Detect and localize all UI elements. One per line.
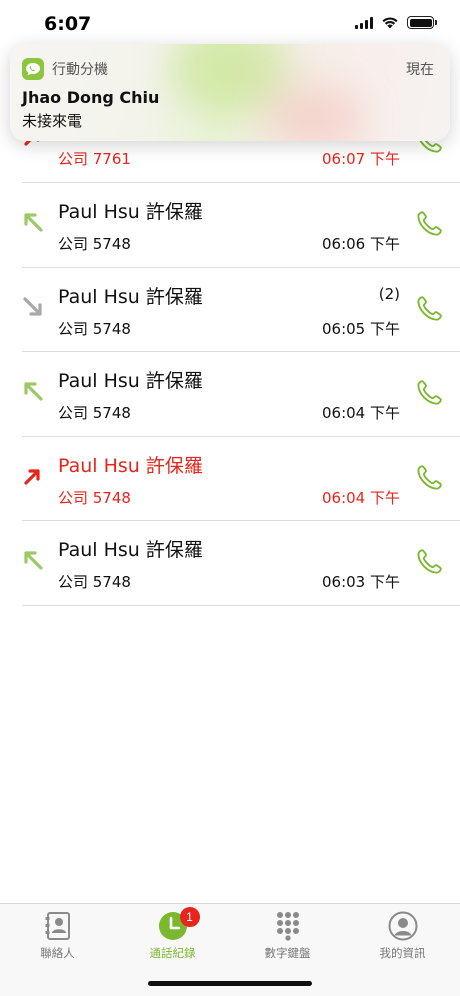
call-number: 公司 5748 [58,319,131,338]
tab-keypad[interactable]: 數字鍵盤 [230,904,345,964]
call-time: 06:03 下午 [322,573,400,591]
status-bar: 6:07 [0,0,460,50]
home-indicator [148,981,312,986]
call-number: 公司 5748 [58,573,131,591]
contacts-icon [44,911,72,941]
call-time: 06:07 下午 [322,150,400,168]
call-back-button[interactable] [412,461,446,495]
call-time: 06:04 下午 [322,488,400,507]
outgoing-call-icon [24,382,43,401]
tab-contacts[interactable]: 聯絡人 [0,904,115,964]
phone-icon [417,380,442,405]
status-time: 6:07 [44,13,92,35]
call-row[interactable]: Paul Hsu 許保羅 公司 5748 06:04 下午 [22,437,460,521]
battery-icon [407,16,437,29]
call-time: 06:05 下午 [322,319,400,338]
notification-title: Jhao Dong Chiu [22,88,160,107]
missed-call-icon [24,468,40,485]
phone-icon [417,211,442,236]
phone-icon [417,549,442,574]
call-row[interactable]: Paul Hsu 許保羅 (2) 公司 5748 06:05 下午 [22,268,460,352]
call-back-button[interactable] [412,292,446,326]
call-row[interactable]: Paul Hsu 許保羅 公司 5748 06:03 下午 [22,521,460,606]
tab-label: 通話紀錄 [149,946,196,960]
phone-icon [417,295,442,321]
status-icons [355,16,437,29]
call-number: 公司 5748 [58,235,131,253]
signal-icon [355,16,373,29]
call-count: (2) [378,284,400,303]
notification-app-name: 行動分機 [52,62,108,78]
contact-name: Paul Hsu 許保羅 [58,370,203,392]
call-time: 06:04 下午 [322,404,400,422]
wifi-icon [382,17,398,29]
banner-glow [265,84,365,141]
contact-name: Paul Hsu 許保羅 [58,454,203,477]
unread-badge: 1 [179,907,200,927]
call-history-list: 公司 7761 06:07 下午 Paul Hsu 許保羅 公司 5748 06… [0,98,460,606]
keypad-icon [276,911,300,941]
contact-name: Paul Hsu 許保羅 [58,539,203,561]
notification-banner[interactable]: 行動分機 現在 Jhao Dong Chiu 未接來電 [10,44,450,141]
incoming-call-icon [23,296,42,316]
profile-icon [388,911,418,941]
call-back-button[interactable] [412,545,446,579]
phone-icon [417,464,442,490]
call-row[interactable]: Paul Hsu 許保羅 公司 5748 06:04 下午 [22,352,460,437]
tab-label: 聯絡人 [40,946,75,960]
tab-label: 數字鍵盤 [264,946,311,960]
call-number: 公司 5748 [58,404,131,422]
call-back-button[interactable] [412,376,446,410]
outgoing-call-icon [24,213,43,232]
tab-call-history[interactable]: 1 通話紀錄 [115,904,230,964]
contact-name: Paul Hsu 許保羅 [58,285,203,308]
phone-bubble-icon [22,58,44,80]
call-time: 06:06 下午 [322,235,400,253]
tab-my-info[interactable]: 我的資訊 [345,904,460,964]
contact-name: Paul Hsu 許保羅 [58,201,203,223]
call-number: 公司 5748 [58,488,131,507]
tab-label: 我的資訊 [379,946,426,960]
notification-time: 現在 [406,62,434,78]
notification-body: 未接來電 [22,112,83,130]
clock-icon: 1 [158,907,200,941]
outgoing-call-icon [24,551,43,570]
call-row[interactable]: Paul Hsu 許保羅 公司 5748 06:06 下午 [22,183,460,268]
call-number: 公司 7761 [58,150,131,168]
call-back-button[interactable] [412,207,446,241]
